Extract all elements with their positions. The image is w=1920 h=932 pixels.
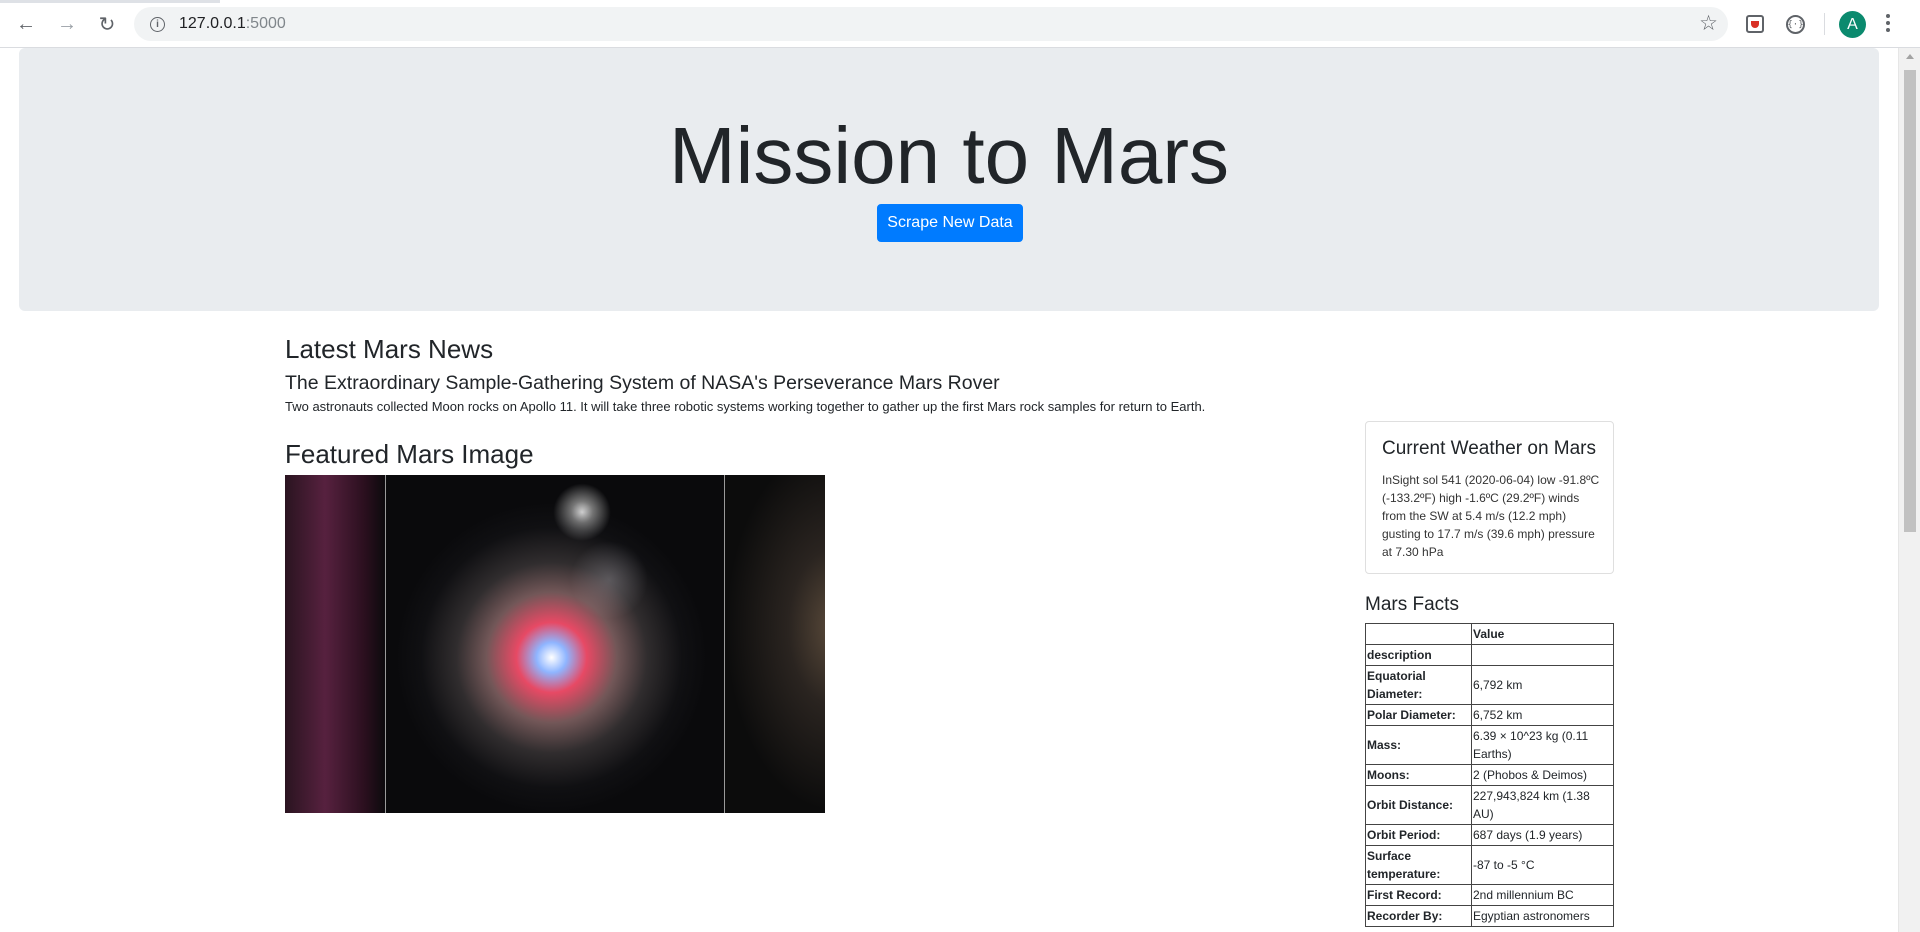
pocket-extension-icon[interactable]: [1746, 15, 1764, 33]
table-row: Orbit Period: 687 days (1.9 years): [1365, 824, 1614, 846]
fact-value: 227,943,824 km (1.38 AU): [1471, 785, 1614, 825]
table-index-row: description: [1365, 644, 1614, 666]
table-row: Surface temperature: -87 to -5 °C: [1365, 845, 1614, 885]
fact-value: -87 to -5 °C: [1471, 845, 1614, 885]
reload-icon[interactable]: ↻: [93, 10, 121, 38]
fact-label: First Record:: [1365, 884, 1472, 906]
fact-value: 6,792 km: [1471, 665, 1614, 705]
fact-label: Orbit Distance:: [1365, 785, 1472, 825]
table-row: Polar Diameter: 6,752 km: [1365, 704, 1614, 726]
fact-value: Egyptian astronomers: [1471, 905, 1614, 927]
weather-text: InSight sol 541 (2020-06-04) low -91.8ºC…: [1382, 473, 1600, 559]
table-header-row: Value: [1365, 623, 1614, 645]
table-row: First Record: 2nd millennium BC: [1365, 884, 1614, 906]
page-scrollbar[interactable]: [1898, 48, 1920, 932]
galaxy-image: [386, 475, 724, 813]
featured-image-heading: Featured Mars Image: [285, 439, 534, 469]
fact-value: 6,752 km: [1471, 704, 1614, 726]
weather-heading: Current Weather on Mars: [1382, 438, 1597, 459]
jumbotron-header: Mission to Mars Scrape New Data: [19, 48, 1879, 311]
table-index-blank: [1471, 644, 1614, 666]
fact-value: 2 (Phobos & Deimos): [1471, 764, 1614, 786]
image-right-panel: [725, 475, 825, 813]
bookmark-star-icon[interactable]: ☆: [1699, 11, 1718, 36]
fact-value: 687 days (1.9 years): [1471, 824, 1614, 846]
scrape-new-data-button[interactable]: Scrape New Data: [877, 204, 1023, 242]
fact-value: 6.39 × 10^23 kg (0.11 Earths): [1471, 725, 1614, 765]
table-corner-cell: [1365, 623, 1472, 645]
toolbar-divider: [1824, 13, 1825, 35]
table-index-header: description: [1365, 644, 1472, 666]
fact-label: Equatorial Diameter:: [1365, 665, 1472, 705]
news-title: The Extraordinary Sample-Gathering Syste…: [285, 372, 1000, 394]
tab-strip-edge: [0, 0, 220, 3]
url-host: 127.0.0.1: [179, 15, 246, 32]
table-row: Recorder By: Egyptian astronomers: [1365, 905, 1614, 927]
news-heading: Latest Mars News: [285, 334, 494, 364]
featured-mars-image: [285, 475, 825, 813]
forward-arrow-icon[interactable]: →: [53, 10, 81, 38]
fact-label: Recorder By:: [1365, 905, 1472, 927]
table-row: Orbit Distance: 227,943,824 km (1.38 AU): [1365, 785, 1614, 825]
url-text[interactable]: 127.0.0.1:5000: [179, 15, 286, 33]
table-row: Mass: 6.39 × 10^23 kg (0.11 Earths): [1365, 725, 1614, 765]
page-title: Mission to Mars: [668, 111, 1230, 200]
image-left-panel: [285, 475, 385, 813]
fact-label: Moons:: [1365, 764, 1472, 786]
table-column-header: Value: [1471, 623, 1614, 645]
address-bar[interactable]: i 127.0.0.1:5000 ☆: [134, 7, 1728, 41]
browser-toolbar: ← → ↻ i 127.0.0.1:5000 ☆ {·} A: [0, 0, 1920, 48]
fact-label: Polar Diameter:: [1365, 704, 1472, 726]
code-extension-icon[interactable]: {·}: [1786, 15, 1805, 34]
more-menu-icon[interactable]: [1884, 12, 1892, 36]
url-port: :5000: [245, 15, 286, 32]
fact-label: Mass:: [1365, 725, 1472, 765]
profile-avatar[interactable]: A: [1839, 11, 1866, 38]
weather-card: Current Weather on Mars InSight sol 541 …: [1365, 421, 1614, 574]
scroll-up-icon[interactable]: [1906, 54, 1914, 59]
back-arrow-icon[interactable]: ←: [12, 10, 40, 38]
facts-heading: Mars Facts: [1365, 594, 1459, 615]
scrollbar-thumb[interactable]: [1904, 70, 1916, 532]
fact-value: 2nd millennium BC: [1471, 884, 1614, 906]
news-paragraph: Two astronauts collected Moon rocks on A…: [285, 399, 1206, 414]
table-row: Equatorial Diameter: 6,792 km: [1365, 665, 1614, 705]
fact-label: Orbit Period:: [1365, 824, 1472, 846]
site-info-icon[interactable]: i: [150, 16, 165, 32]
fact-label: Surface temperature:: [1365, 845, 1472, 885]
table-row: Moons: 2 (Phobos & Deimos): [1365, 764, 1614, 786]
mars-facts-table: Value description Equatorial Diameter: 6…: [1365, 623, 1614, 927]
